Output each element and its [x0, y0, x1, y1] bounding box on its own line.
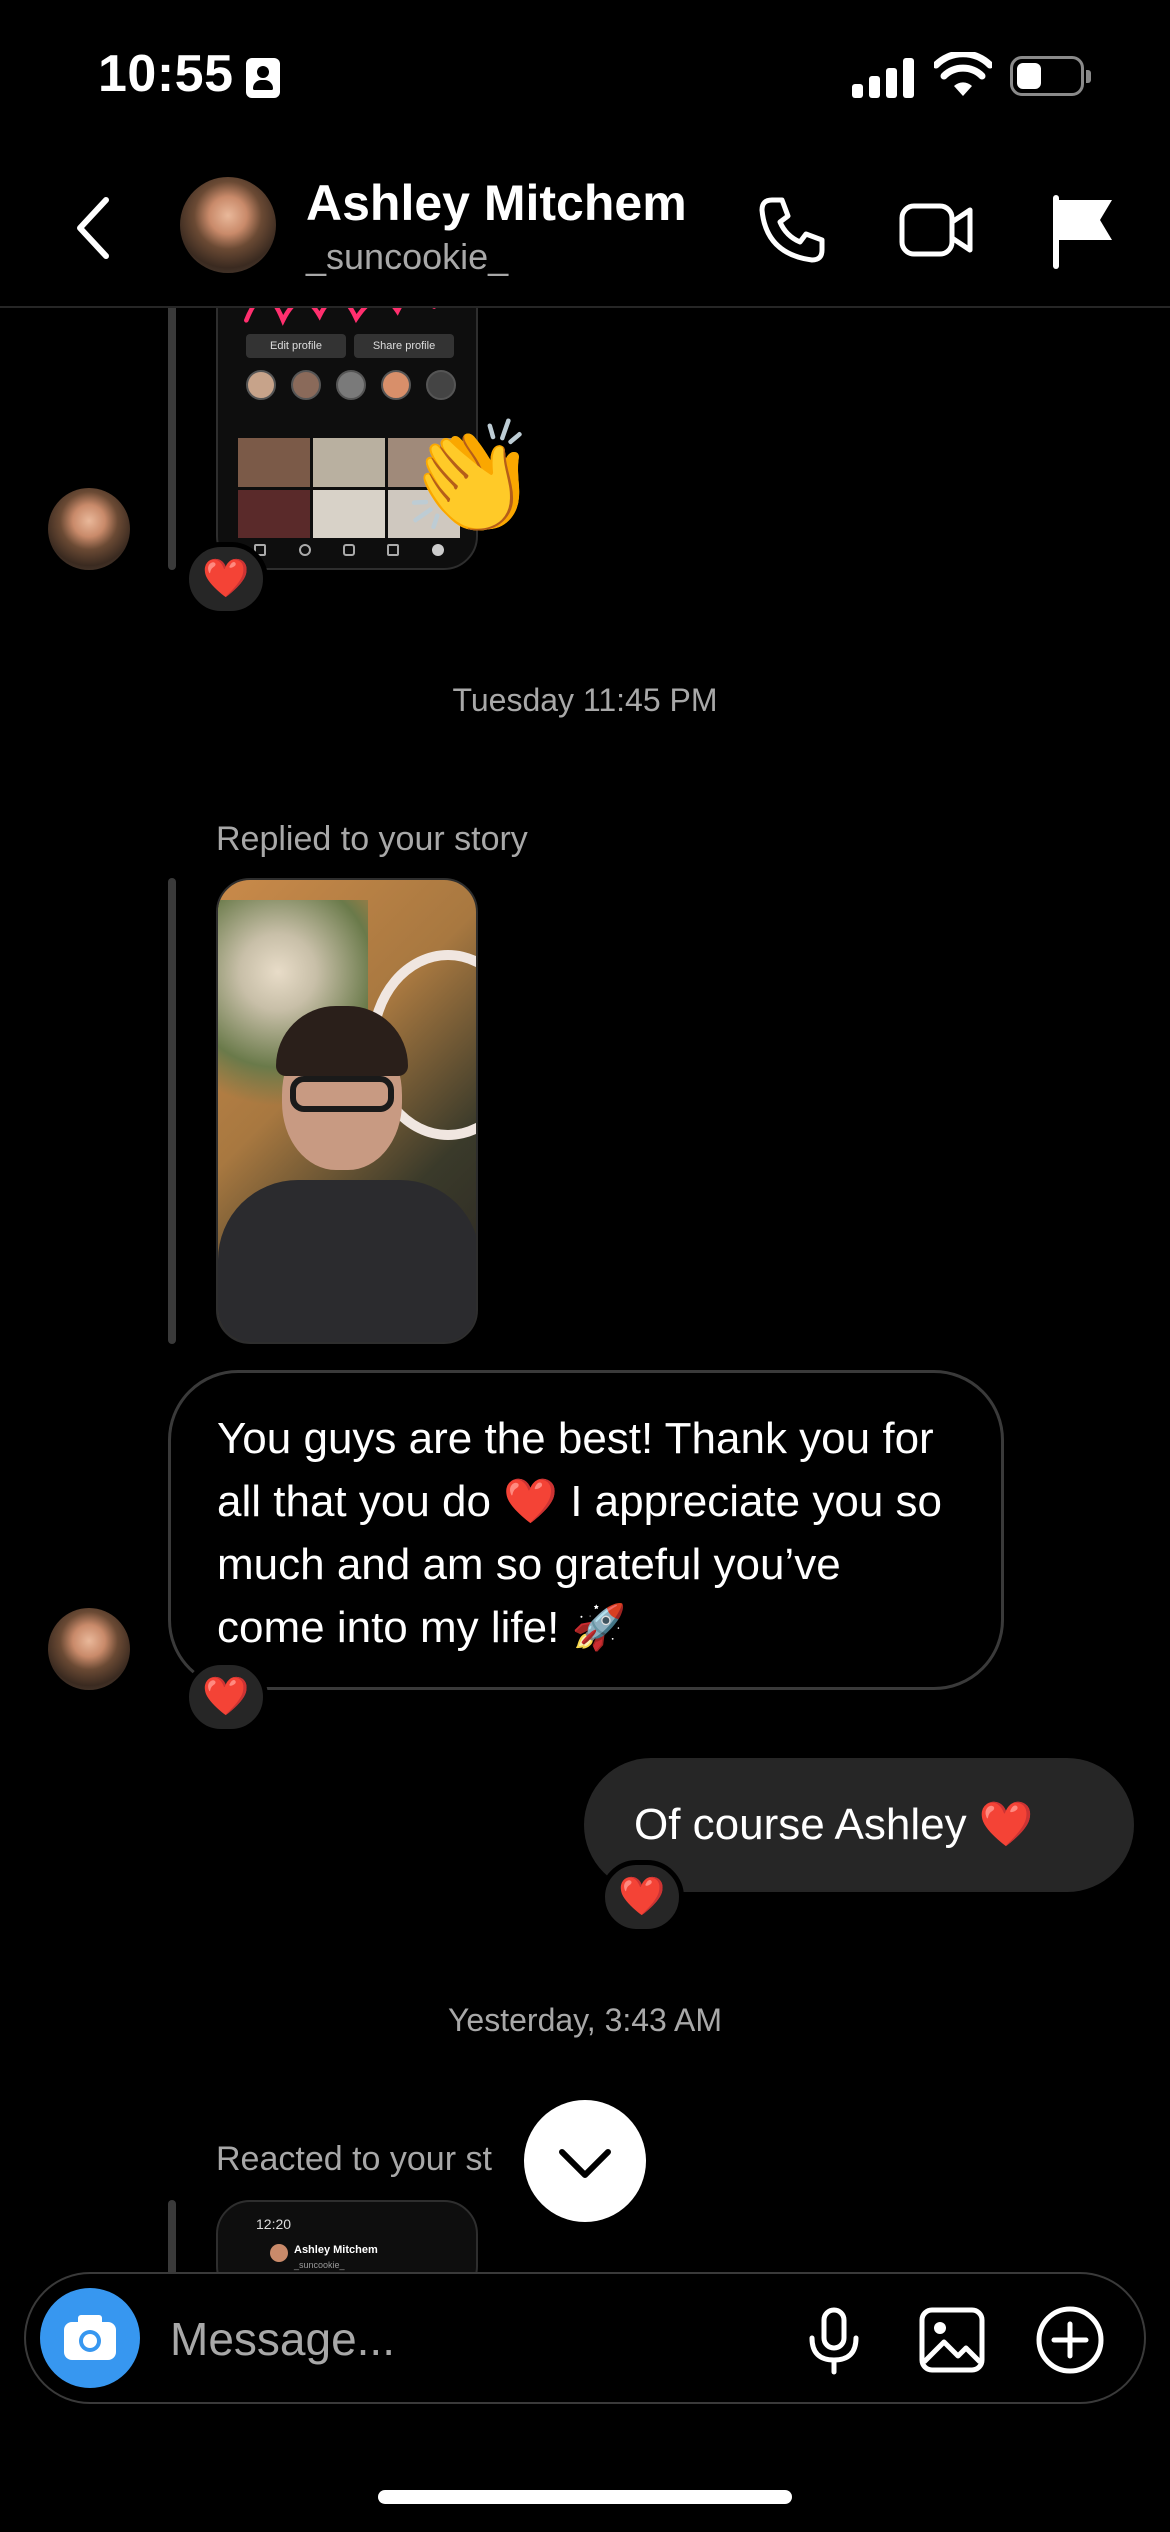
incoming-message[interactable]: You guys are the best! Thank you for all…: [168, 1370, 1004, 1690]
sender-avatar[interactable]: [48, 488, 130, 570]
sender-avatar[interactable]: [48, 1608, 130, 1690]
focus-person-icon: [246, 58, 280, 98]
mini-avatar: [270, 2244, 288, 2262]
thread-line: [168, 878, 176, 1344]
timestamp: Yesterday, 3:43 AM: [448, 2002, 722, 2038]
mini-time: 12:20: [256, 2216, 292, 2232]
contact-name[interactable]: Ashley Mitchem: [306, 174, 687, 232]
message-input[interactable]: [170, 2304, 770, 2374]
thread-line: [168, 2200, 176, 2280]
clap-sticker: 👏: [402, 417, 539, 540]
battery-icon: [1010, 56, 1091, 96]
mini-highlights: [246, 370, 456, 404]
mini-username: _suncookie_: [294, 2260, 345, 2270]
wifi-icon: [934, 52, 992, 96]
contact-username[interactable]: _suncookie_: [306, 236, 508, 278]
status-bar: 10:55: [0, 0, 1170, 150]
person-shirt: [218, 1180, 476, 1342]
camera-icon[interactable]: [40, 2288, 140, 2388]
video-icon[interactable]: [896, 190, 976, 270]
reply-label: Replied to your story: [216, 820, 528, 858]
phone-icon[interactable]: [752, 190, 832, 270]
heart-reaction[interactable]: ❤️: [600, 1860, 684, 1934]
mini-name: Ashley Mitchem: [294, 2244, 378, 2256]
gallery-icon[interactable]: [916, 2304, 988, 2376]
microphone-icon[interactable]: [798, 2304, 870, 2376]
story-thumbnail-selfie[interactable]: [216, 878, 478, 1344]
chevron-left-icon[interactable]: [64, 188, 124, 268]
home-indicator[interactable]: [378, 2490, 792, 2504]
status-time: 10:55: [98, 45, 234, 103]
mini-bottom-nav: [238, 544, 460, 564]
thread-line: [168, 300, 176, 570]
timestamp: Tuesday 11:45 PM: [452, 682, 718, 718]
heart-reaction[interactable]: ❤️: [184, 542, 268, 616]
glasses: [290, 1076, 394, 1112]
chat-header: Ashley Mitchem _suncookie_: [0, 150, 1170, 308]
scroll-down-button[interactable]: [524, 2100, 646, 2222]
cellular-signal-icon: [852, 58, 914, 98]
heart-reaction[interactable]: ❤️: [184, 1660, 268, 1734]
flag-icon[interactable]: [1044, 190, 1124, 270]
plus-circle-icon[interactable]: [1034, 2304, 1106, 2376]
avatar[interactable]: [180, 177, 276, 273]
message-composer: [24, 2272, 1146, 2404]
reacted-label: Reacted to your st: [216, 2140, 492, 2178]
